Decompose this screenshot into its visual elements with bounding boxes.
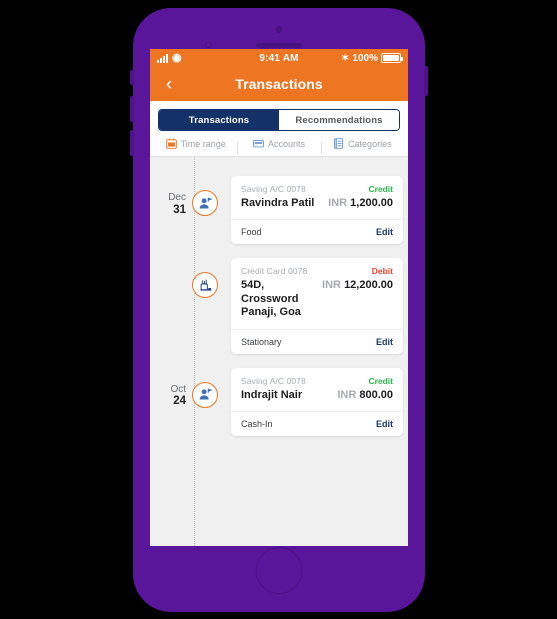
- earpiece-speaker: [256, 43, 302, 48]
- stationery-icon[interactable]: [192, 272, 218, 299]
- contact-person-icon[interactable]: [192, 190, 218, 216]
- transaction-card-bottom: Cash-In Edit: [231, 411, 403, 436]
- transaction-card-top: Saving A/C 0078 Credit Indrajit Nair INR…: [231, 368, 403, 411]
- transaction-amount: INR 12,200.00: [322, 279, 393, 291]
- phone-frame: ◉ 9:41 AM ✶ 100% ‹ Transactions Transact…: [130, 8, 428, 612]
- filter-accounts[interactable]: Accounts: [237, 138, 320, 154]
- payee-name: 54D, Crossword Panaji, Goa: [241, 279, 301, 319]
- tab-bar-container: Transactions Recommendations: [150, 101, 408, 131]
- wallet-icon: [253, 138, 264, 149]
- currency-label: INR: [337, 388, 357, 401]
- currency-label: INR: [322, 279, 341, 292]
- filter-categories[interactable]: Categories: [320, 138, 404, 154]
- category-label: Food: [241, 227, 262, 238]
- front-camera-icon: [275, 26, 283, 33]
- transaction-card-top: Saving A/C 0078 Credit Ravindra Patil IN…: [231, 176, 403, 219]
- amount-value: 12,200.00: [344, 279, 393, 292]
- transaction-amount: INR 1,200.00: [328, 197, 393, 209]
- transaction-card-bottom: Food Edit: [231, 219, 403, 244]
- tab-bar: Transactions Recommendations: [158, 109, 400, 131]
- transaction-meta: Saving A/C 0078 Credit: [241, 376, 393, 386]
- account-label: Saving A/C 0078: [241, 375, 306, 386]
- transaction-main: Indrajit Nair INR 800.00: [241, 389, 393, 402]
- tab-transactions[interactable]: Transactions: [159, 110, 279, 130]
- edit-button[interactable]: Edit: [376, 227, 393, 237]
- home-button[interactable]: [255, 547, 303, 594]
- filter-time-range[interactable]: Time range: [154, 138, 237, 149]
- contact-person-icon[interactable]: [192, 381, 218, 408]
- status-bar: ◉ 9:41 AM ✶ 100%: [150, 49, 408, 67]
- back-button[interactable]: ‹: [159, 74, 179, 94]
- page-title: Transactions: [235, 76, 323, 92]
- transaction-date-month: Dec: [168, 192, 186, 203]
- filter-accounts-label: Accounts: [267, 138, 305, 149]
- status-badge: Credit: [368, 184, 393, 194]
- filter-categories-label: Categories: [348, 138, 392, 149]
- navigation-bar: ‹ Transactions: [150, 67, 408, 101]
- silent-switch[interactable]: [130, 70, 134, 85]
- payee-name: Ravindra Patil: [241, 197, 315, 209]
- proximity-sensor-icon: [205, 41, 212, 48]
- amount-value: 800.00: [359, 388, 393, 401]
- amount-value: 1,200.00: [350, 197, 393, 209]
- status-badge: Credit: [368, 375, 393, 386]
- transaction-meta: Credit Card 0078 Debit: [241, 266, 393, 276]
- filter-bar: Time range Accounts Categories: [150, 131, 408, 157]
- transaction-amount: INR 800.00: [337, 389, 393, 401]
- volume-down-button[interactable]: [130, 130, 134, 156]
- transaction-date: Dec 31: [162, 176, 186, 244]
- transaction-list[interactable]: Dec 31 Saving A/C 0078 Credit Ravindra P…: [150, 157, 408, 546]
- edit-button[interactable]: Edit: [376, 337, 393, 347]
- transaction-card[interactable]: Credit Card 0078 Debit 54D, Crossword Pa…: [231, 258, 403, 354]
- calendar-icon: [165, 138, 177, 149]
- transaction-date-day: 24: [173, 395, 186, 408]
- list-icon: [333, 138, 344, 149]
- table-row[interactable]: Credit Card 0078 Debit 54D, Crossword Pa…: [150, 258, 408, 354]
- filter-time-range-label: Time range: [180, 138, 226, 149]
- volume-up-button[interactable]: [130, 96, 134, 122]
- currency-label: INR: [328, 197, 348, 209]
- category-label: Cash-In: [241, 419, 273, 430]
- table-row[interactable]: Dec 31 Saving A/C 0078 Credit Ravindra P…: [150, 176, 408, 245]
- account-label: Credit Card 0078: [241, 266, 308, 277]
- transaction-main: Ravindra Patil INR 1,200.00: [241, 197, 393, 210]
- edit-button[interactable]: Edit: [376, 419, 393, 429]
- power-button[interactable]: [424, 66, 428, 96]
- transaction-meta: Saving A/C 0078 Credit: [241, 184, 393, 194]
- account-label: Saving A/C 0078: [241, 184, 306, 194]
- tab-recommendations[interactable]: Recommendations: [279, 110, 399, 130]
- payee-name: Indrajit Nair: [241, 388, 303, 401]
- battery-icon: [381, 53, 403, 63]
- transaction-card-top: Credit Card 0078 Debit 54D, Crossword Pa…: [231, 258, 403, 328]
- category-label: Stationary: [241, 336, 282, 347]
- transaction-date-month: Oct: [170, 383, 186, 395]
- transaction-card[interactable]: Saving A/C 0078 Credit Ravindra Patil IN…: [231, 176, 403, 245]
- transaction-date: Oct 24: [162, 368, 186, 436]
- status-bar-time: 9:41 AM: [259, 52, 299, 64]
- transaction-main: 54D, Crossword Panaji, Goa INR 12,200.00: [241, 279, 393, 319]
- transaction-card[interactable]: Saving A/C 0078 Credit Indrajit Nair INR…: [231, 367, 403, 437]
- transaction-card-bottom: Stationary Edit: [231, 328, 403, 354]
- table-row[interactable]: Oct 24 Saving A/C 0078 Credit Indrajit N…: [150, 367, 408, 437]
- status-badge: Debit: [371, 266, 393, 277]
- transaction-date-day: 31: [173, 203, 186, 216]
- phone-screen: ◉ 9:41 AM ✶ 100% ‹ Transactions Transact…: [150, 49, 408, 546]
